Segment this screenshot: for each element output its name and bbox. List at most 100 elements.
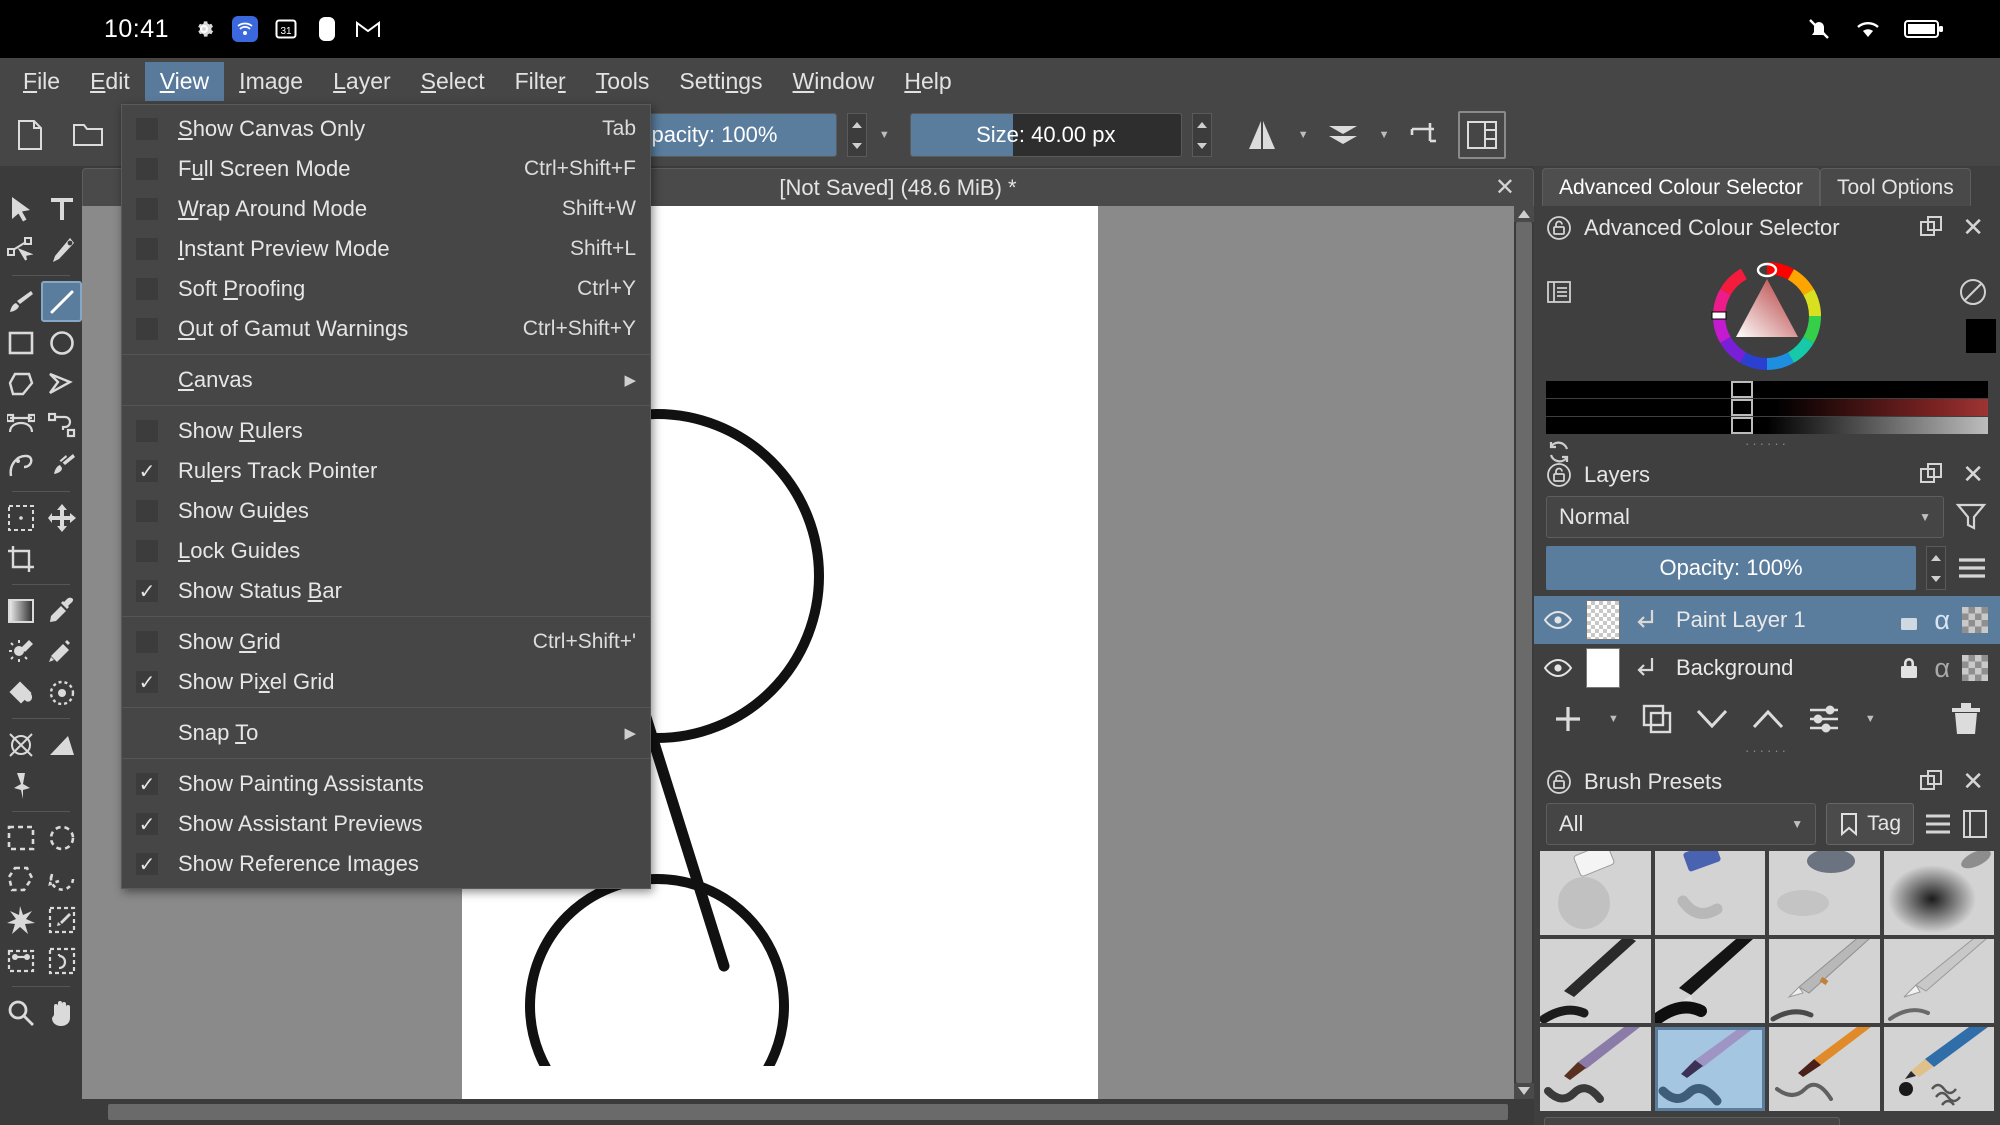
dynamic-brush-tool[interactable] [0,445,41,486]
layer-lock-icon[interactable] [1896,655,1922,681]
mirror-horizontal-icon[interactable] [1238,111,1286,159]
canvas-horizontal-scrollbar[interactable] [82,1099,1534,1125]
wrap-around-icon[interactable] [1400,111,1448,159]
layer-blending-mode-combo[interactable]: Normal ▼ [1546,496,1944,538]
layer-alpha-inheritance-icon[interactable] [1962,655,1988,681]
rectangle-tool[interactable] [0,322,41,363]
panel-splitter[interactable]: ······ [1534,437,2000,453]
menu-item-show-rulers[interactable]: Show Rulers [122,411,650,451]
calligraphy-tool[interactable] [41,229,82,270]
menu-item-show-grid[interactable]: Show Grid Ctrl+Shift+' [122,622,650,662]
float-icon[interactable] [1920,769,1944,794]
close-icon[interactable]: ✕ [1956,212,1990,243]
brush-presets-storage-icon[interactable] [1962,810,1988,838]
menu-item-rulers-track-pointer[interactable]: ✓ Rulers Track Pointer [122,451,650,491]
brush-preset-cell[interactable] [1540,939,1651,1023]
layer-alpha-icon[interactable]: α [1934,653,1950,684]
brush-preset-cell[interactable] [1769,939,1880,1023]
rectangular-selection-tool[interactable] [0,817,41,858]
contiguous-selection-tool[interactable] [0,940,41,981]
reference-images-tool[interactable] [0,765,41,806]
mirror-vertical-dropdown-icon[interactable]: ▼ [1379,129,1390,141]
panel-splitter[interactable]: ······ [1534,744,2000,760]
brush-preset-cell[interactable] [1540,851,1651,935]
smart-patch-tool[interactable] [41,631,82,672]
layer-inherit-alpha-icon[interactable] [1632,655,1658,681]
bezier-selection-tool[interactable] [41,940,82,981]
menu-item-canvas[interactable]: Canvas ▶ [122,360,650,400]
polygon-tool[interactable] [0,363,41,404]
mirror-vertical-icon[interactable] [1319,111,1367,159]
gradient-tool[interactable] [0,590,41,631]
magnetic-selection-tool[interactable] [0,899,41,940]
menu-item-lock-guides[interactable]: Lock Guides [122,531,650,571]
slider-marker[interactable] [1731,381,1753,398]
crop-tool[interactable] [0,538,41,579]
menu-select[interactable]: Select [406,62,500,101]
menu-item-out-of-gamut-warnings[interactable]: Out of Gamut Warnings Ctrl+Shift+Y [122,309,650,349]
select-shapes-tool[interactable] [0,188,41,229]
colour-selector-body[interactable] [1534,249,2000,463]
mirror-horizontal-dropdown-icon[interactable]: ▼ [1298,129,1309,141]
move-tool[interactable] [41,497,82,538]
layer-thumbnail[interactable] [1586,648,1620,688]
transform-tool[interactable] [0,497,41,538]
layer-thumbnail[interactable] [1586,600,1620,640]
menu-item-wrap-around-mode[interactable]: Wrap Around Mode Shift+W [122,189,650,229]
menu-edit[interactable]: Edit [75,62,145,101]
measure-tool[interactable] [41,724,82,765]
layer-row[interactable]: Paint Layer 1 α [1534,596,2000,644]
close-icon[interactable]: ✕ [1956,459,1990,490]
layer-visibility-icon[interactable] [1542,656,1574,680]
size-slider[interactable]: Size: 40.00 px [909,113,1182,157]
line-tool[interactable] [41,281,82,322]
brush-preset-cell[interactable] [1654,1027,1765,1111]
move-layer-up-icon[interactable] [1751,706,1785,732]
freehand-path-tool[interactable] [41,404,82,445]
menu-item-full-screen-mode[interactable]: Full Screen Mode Ctrl+Shift+F [122,149,650,189]
menu-file[interactable]: File [8,62,75,101]
current-colour-swatch[interactable] [1966,319,1996,353]
layer-properties-dropdown-icon[interactable]: ▼ [1865,713,1876,725]
filter-layers-icon[interactable] [1954,500,1988,534]
color-sampler-tool[interactable] [41,590,82,631]
pan-tool[interactable] [41,992,82,1033]
colorize-mask-tool[interactable] [0,631,41,672]
polyline-tool[interactable] [41,363,82,404]
float-icon[interactable] [1920,215,1944,240]
tab-tool-options[interactable]: Tool Options [1819,168,1971,206]
refresh-icon[interactable] [1546,439,1572,465]
layer-properties-icon[interactable] [1807,705,1841,733]
menu-image[interactable]: Image [224,62,318,101]
menu-window[interactable]: Window [778,62,890,101]
layer-opacity-spinner[interactable] [1926,546,1946,590]
edit-shapes-tool[interactable] [0,229,41,270]
settings-icon[interactable] [1546,279,1572,305]
colour-wheel[interactable] [1706,255,1828,377]
saturation-slider[interactable] [1546,399,1988,416]
bezier-curve-tool[interactable] [0,404,41,445]
brush-preset-cell[interactable] [1540,1027,1651,1111]
menu-layer[interactable]: Layer [318,62,406,101]
brush-preset-cell[interactable] [1654,851,1765,935]
brush-preset-cell[interactable] [1883,939,1994,1023]
add-layer-icon[interactable] [1552,703,1584,735]
layer-alpha-inheritance-icon[interactable] [1962,607,1988,633]
new-document-button[interactable] [6,111,54,159]
tab-advanced-colour-selector[interactable]: Advanced Colour Selector [1542,168,1820,206]
scroll-up-icon[interactable] [1514,206,1534,222]
brush-preset-cell[interactable] [1883,851,1994,935]
brush-preset-cell[interactable] [1769,851,1880,935]
menu-item-soft-proofing[interactable]: Soft Proofing Ctrl+Y [122,269,650,309]
add-layer-dropdown-icon[interactable]: ▼ [1608,713,1619,725]
layer-alpha-icon[interactable]: α [1934,605,1950,636]
layer-inherit-alpha-icon[interactable] [1632,607,1658,633]
brush-preset-cell[interactable] [1769,1027,1880,1111]
canvas-vertical-scrollbar[interactable] [1514,206,1534,1099]
assistant-tool[interactable] [0,724,41,765]
menu-item-show-canvas-only[interactable]: Show Canvas Only Tab [122,109,650,149]
move-layer-down-icon[interactable] [1695,706,1729,732]
lightness-slider[interactable] [1546,417,1988,434]
close-icon[interactable]: ✕ [1495,173,1515,202]
opacity-spinner[interactable] [846,113,867,157]
